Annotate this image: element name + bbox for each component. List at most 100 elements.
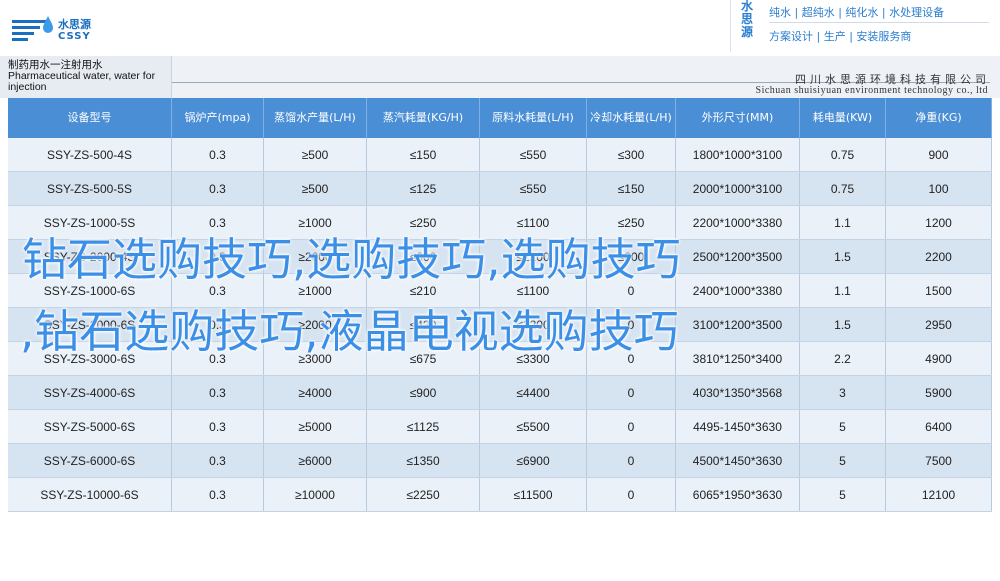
brand-services-line: 纯水 | 超纯水 | 纯化水 | 水处理设备 bbox=[769, 6, 945, 19]
table-cell: 0.75 bbox=[800, 172, 886, 206]
table-cell: 1.1 bbox=[800, 274, 886, 308]
table-cell: 0.3 bbox=[172, 240, 264, 274]
table-cell: 0 bbox=[587, 342, 676, 376]
table-cell: 1200 bbox=[886, 206, 992, 240]
table-cell: 2400*1000*3380 bbox=[676, 274, 800, 308]
column-header: 冷却水耗量(L/H) bbox=[587, 98, 676, 138]
table-cell: 100 bbox=[886, 172, 992, 206]
table-cell: SSY-ZS-500-4S bbox=[8, 138, 172, 172]
table-cell: 0.3 bbox=[172, 478, 264, 512]
column-header: 耗电量(KW) bbox=[800, 98, 886, 138]
table-cell: ≥5000 bbox=[264, 410, 367, 444]
table-cell: 0 bbox=[587, 308, 676, 342]
table-cell: 1.5 bbox=[800, 308, 886, 342]
table-row: SSY-ZS-1000-5S 0.3 ≥1000 ≤250 ≤1100 ≤250 2200*… bbox=[8, 206, 992, 240]
brand-divider bbox=[769, 22, 989, 23]
table-cell: ≤125 bbox=[367, 172, 480, 206]
table-cell: 0.3 bbox=[172, 444, 264, 478]
brand-vertical-name: 水思源 bbox=[740, 0, 753, 39]
table-cell: 1800*1000*3100 bbox=[676, 138, 800, 172]
table-row: SSY-ZS-2000-6S 0.3 ≥2000 ≤420 ≤2200 0 3100*120… bbox=[8, 308, 992, 342]
table-cell: ≤1100 bbox=[480, 206, 587, 240]
table-cell: ≤150 bbox=[587, 172, 676, 206]
table-cell: ≤300 bbox=[587, 138, 676, 172]
table-cell: 2000*1000*3100 bbox=[676, 172, 800, 206]
table-cell: 3 bbox=[800, 376, 886, 410]
table-cell: 3100*1200*3500 bbox=[676, 308, 800, 342]
table-cell: ≤1100 bbox=[480, 274, 587, 308]
table-cell: SSY-ZS-5000-6S bbox=[8, 410, 172, 444]
table-cell: ≤1125 bbox=[367, 410, 480, 444]
table-cell: ≥500 bbox=[264, 138, 367, 172]
brand-solutions-line: 方案设计 | 生产 | 安装服务商 bbox=[769, 30, 912, 43]
product-title: 制药用水一注射用水 Pharmaceutical water, water for… bbox=[8, 60, 171, 93]
table-cell: 5 bbox=[800, 478, 886, 512]
company-name-en: Sichuan shuisiyuan environment technolog… bbox=[755, 85, 988, 96]
table-cell: 0 bbox=[587, 376, 676, 410]
table-cell: 2500*1200*3500 bbox=[676, 240, 800, 274]
column-header: 设备型号 bbox=[8, 98, 172, 138]
table-cell: ≤550 bbox=[480, 172, 587, 206]
table-cell: 0.3 bbox=[172, 342, 264, 376]
table-cell: ≤600 bbox=[367, 240, 480, 274]
table-row: SSY-ZS-4000-6S 0.3 ≥4000 ≤900 ≤4400 0 4030*135… bbox=[8, 376, 992, 410]
table-cell: 5900 bbox=[886, 376, 992, 410]
table-cell: 2200*1000*3380 bbox=[676, 206, 800, 240]
table-row: SSY-ZS-2000-4S 0.3 ≥2000 ≤600 ≤2200 ≤800 2500*… bbox=[8, 240, 992, 274]
table-cell: SSY-ZS-1000-6S bbox=[8, 274, 172, 308]
table-cell: ≥6000 bbox=[264, 444, 367, 478]
company-logo[interactable]: 水思源 CSSY bbox=[10, 14, 120, 54]
table-cell: 4030*1350*3568 bbox=[676, 376, 800, 410]
table-row: SSY-ZS-5000-6S 0.3 ≥5000 ≤1125 ≤5500 0 4495-14… bbox=[8, 410, 992, 444]
column-header: 外形尺寸(MM) bbox=[676, 98, 800, 138]
table-cell: 3810*1250*3400 bbox=[676, 342, 800, 376]
table-cell: 2950 bbox=[886, 308, 992, 342]
page-header: 水思源 CSSY 水思源 纯水 | 超纯水 | 纯化水 | 水处理设备 方案设计… bbox=[0, 0, 1000, 56]
table-cell: 0.3 bbox=[172, 172, 264, 206]
table-cell: SSY-ZS-6000-6S bbox=[8, 444, 172, 478]
table-cell: SSY-ZS-3000-6S bbox=[8, 342, 172, 376]
table-cell: ≥1000 bbox=[264, 274, 367, 308]
table-cell: ≤1350 bbox=[367, 444, 480, 478]
table-cell: 2200 bbox=[886, 240, 992, 274]
table-cell: 0.3 bbox=[172, 274, 264, 308]
table-cell: 5 bbox=[800, 444, 886, 478]
table-cell: 2.2 bbox=[800, 342, 886, 376]
table-cell: 0.3 bbox=[172, 308, 264, 342]
row-divider bbox=[8, 511, 992, 512]
table-row: SSY-ZS-500-5S 0.3 ≥500 ≤125 ≤550 ≤150 2000*100… bbox=[8, 172, 992, 206]
table-cell: ≤550 bbox=[480, 138, 587, 172]
column-header: 原料水耗量(L/H) bbox=[480, 98, 587, 138]
column-header: 净重(KG) bbox=[886, 98, 992, 138]
table-cell: 0 bbox=[587, 444, 676, 478]
table-cell: ≤11500 bbox=[480, 478, 587, 512]
table-body: SSY-ZS-500-4S 0.3 ≥500 ≤150 ≤550 ≤300 1800*100… bbox=[8, 138, 992, 512]
spec-table: 设备型号 锅炉产(mpa) 蒸馏水产量(L/H) 蒸汽耗量(KG/H) 原料水耗量(L/… bbox=[8, 98, 992, 512]
table-row: SSY-ZS-500-4S 0.3 ≥500 ≤150 ≤550 ≤300 1800*100… bbox=[8, 138, 992, 172]
table-cell: 0.3 bbox=[172, 376, 264, 410]
product-title-line: Pharmaceutical water, water for injectio… bbox=[8, 70, 156, 93]
table-cell: 12100 bbox=[886, 478, 992, 512]
table-cell: 4500*1450*3630 bbox=[676, 444, 800, 478]
column-header: 锅炉产(mpa) bbox=[172, 98, 264, 138]
table-cell: ≤2200 bbox=[480, 308, 587, 342]
table-cell: SSY-ZS-500-5S bbox=[8, 172, 172, 206]
table-cell: 0.3 bbox=[172, 138, 264, 172]
table-row: SSY-ZS-6000-6S 0.3 ≥6000 ≤1350 ≤6900 0 4500*14… bbox=[8, 444, 992, 478]
table-cell: ≥2000 bbox=[264, 240, 367, 274]
table-cell: ≤5500 bbox=[480, 410, 587, 444]
title-strip: 制药用水一注射用水 Pharmaceutical water, water for… bbox=[0, 56, 1000, 98]
table-cell: SSY-ZS-2000-4S bbox=[8, 240, 172, 274]
table-cell: 1500 bbox=[886, 274, 992, 308]
table-cell: 6400 bbox=[886, 410, 992, 444]
table-row: SSY-ZS-3000-6S 0.3 ≥3000 ≤675 ≤3300 0 3810*125… bbox=[8, 342, 992, 376]
table-cell: ≤210 bbox=[367, 274, 480, 308]
column-header: 蒸汽耗量(KG/H) bbox=[367, 98, 480, 138]
table-cell: 4900 bbox=[886, 342, 992, 376]
table-cell: 0.3 bbox=[172, 410, 264, 444]
brand-block: 水思源 纯水 | 超纯水 | 纯化水 | 水处理设备 方案设计 | 生产 | 安… bbox=[730, 0, 990, 52]
logo-cn-text: 水思源 bbox=[58, 18, 91, 31]
table-cell: 4495-1450*3630 bbox=[676, 410, 800, 444]
table-cell: 0 bbox=[587, 410, 676, 444]
logo-en-text: CSSY bbox=[58, 31, 91, 42]
